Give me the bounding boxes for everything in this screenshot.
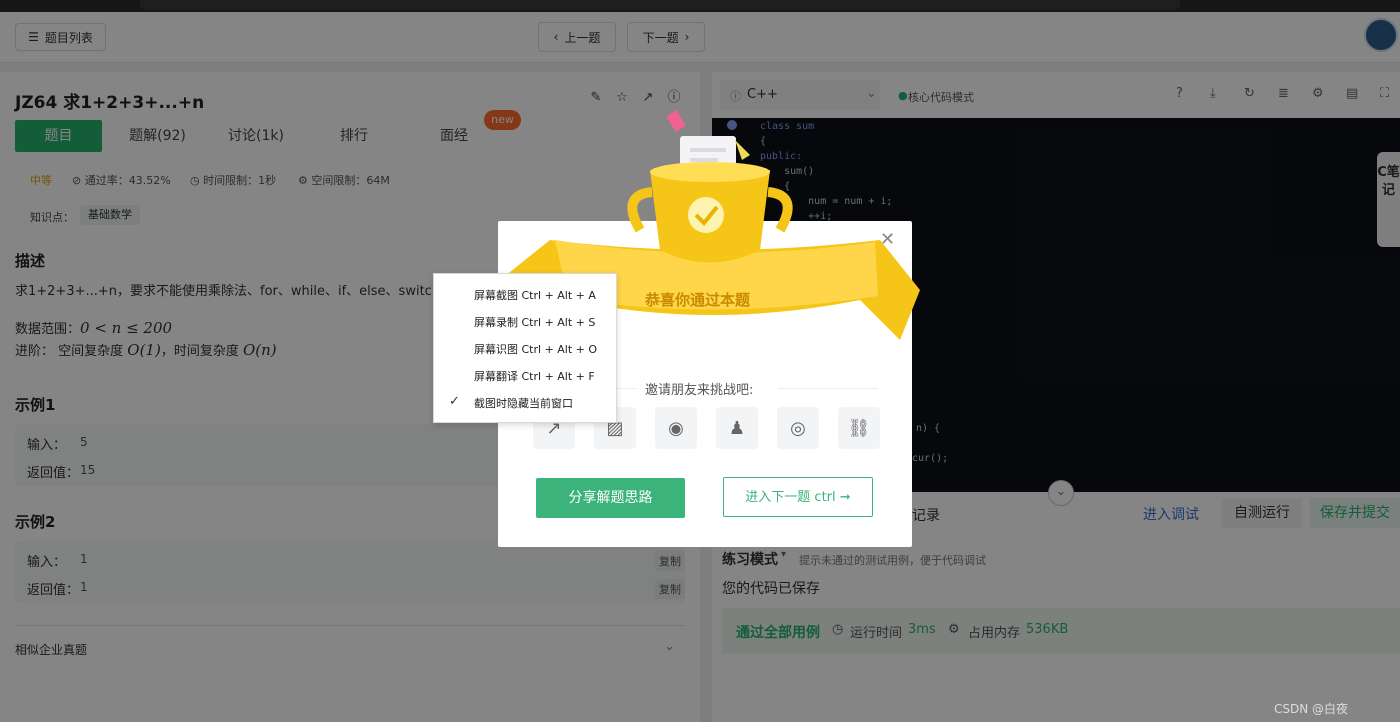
menu-item-recognize[interactable]: 屏幕识图 Ctrl + Alt + O	[474, 341, 597, 357]
arrow-right-icon: ➞	[839, 490, 851, 505]
share-solution-button[interactable]: 分享解题思路	[536, 478, 685, 518]
next-problem-label: 进入下一题 ctrl	[745, 490, 836, 505]
menu-item-translate[interactable]: 屏幕翻译 Ctrl + Alt + F	[474, 368, 595, 384]
watermark: CSDN @白夜	[1274, 702, 1349, 716]
wechat-icon[interactable]: ◉	[655, 407, 697, 449]
menu-item-screenshot[interactable]: 屏幕截图 Ctrl + Alt + A	[474, 287, 596, 303]
congrats-text: 恭喜你通过本题	[645, 291, 751, 309]
weibo-icon[interactable]: ◎	[777, 407, 819, 449]
check-icon: ✓	[449, 394, 460, 409]
menu-item-record[interactable]: 屏幕录制 Ctrl + Alt + S	[474, 314, 595, 330]
divider	[778, 388, 878, 389]
next-problem-modal-button[interactable]: 进入下一题 ctrl ➞	[723, 477, 873, 517]
menu-item-hide-window[interactable]: 截图时隐藏当前窗口	[474, 395, 573, 411]
link-icon[interactable]: ⛓	[838, 407, 880, 449]
context-menu: 屏幕截图 Ctrl + Alt + A 屏幕录制 Ctrl + Alt + S …	[433, 273, 617, 423]
invite-text: 邀请朋友来挑战吧:	[645, 383, 754, 398]
qq-icon[interactable]: ♟	[716, 407, 758, 449]
